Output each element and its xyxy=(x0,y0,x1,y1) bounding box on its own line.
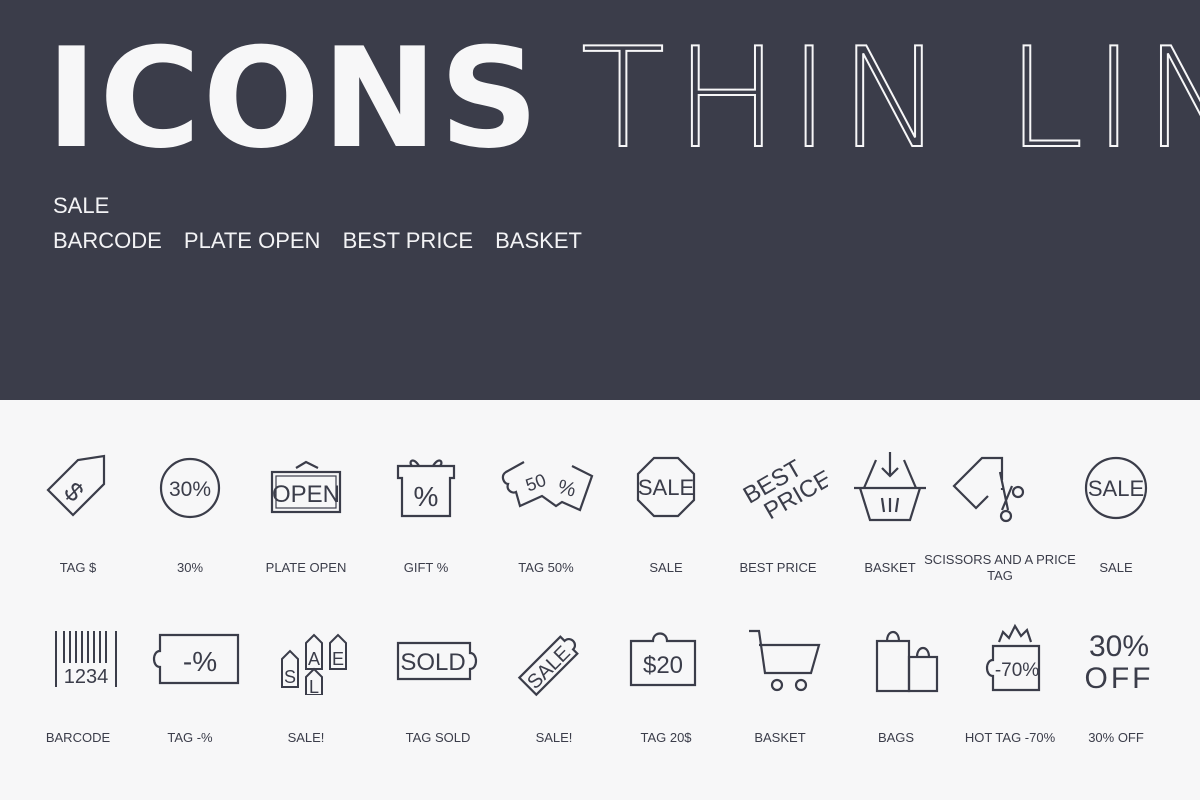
svg-text:%: % xyxy=(555,476,578,502)
sale-tag-rotated-icon: SALE xyxy=(517,635,579,697)
svg-text:SOLD: SOLD xyxy=(400,649,465,676)
icon-cell: BAGS xyxy=(836,625,956,745)
best-price-icon: BEST PRICE xyxy=(739,455,828,526)
svg-text:A: A xyxy=(308,649,320,669)
scissors-tag-icon xyxy=(952,456,1025,523)
tag-20-dollar-icon: $20 xyxy=(629,632,697,687)
subtitle-line-2: BARCODE PLATE OPEN BEST PRICE BASKET xyxy=(53,228,598,254)
svg-text:L: L xyxy=(309,677,319,695)
icon-cell: $ TAG $ xyxy=(18,450,138,575)
subtitle-line-1: SALE xyxy=(53,193,125,219)
hero-banner: ICONSTHIN LINE SALE BARCODE PLATE OPEN B… xyxy=(0,0,1200,400)
octagon-sale-icon: SALE xyxy=(636,456,696,518)
svg-text:S: S xyxy=(284,667,296,687)
icon-cell: SOLD TAG SOLD xyxy=(378,625,498,745)
subtitle-item: BARCODE xyxy=(53,228,162,253)
tag-dollar-icon: $ xyxy=(46,454,106,517)
icon-cell: SALE SALE! xyxy=(494,620,614,745)
icon-label: SALE xyxy=(1099,560,1133,575)
headline: ICONSTHIN LINE xyxy=(46,29,1200,169)
tag-minus-percent-icon: -% xyxy=(152,633,240,685)
subtitle-item: BEST PRICE xyxy=(342,228,473,253)
subtitle-item: SALE xyxy=(53,193,110,218)
svg-text:%: % xyxy=(414,481,439,512)
icon-grid: $ TAG $ 30% 30% OPEN PLATE OPEN % GIFT %… xyxy=(0,400,1200,800)
headline-thin: THIN LINE xyxy=(580,18,1200,179)
svg-text:-%: -% xyxy=(183,646,217,677)
icon-cell: OPEN PLATE OPEN xyxy=(246,450,366,575)
icon-cell: 30% 30% xyxy=(130,450,250,575)
circle-30-percent-icon: 30% xyxy=(159,457,221,519)
icon-label: 30% OFF xyxy=(1088,730,1144,745)
gift-percent-icon: % xyxy=(396,459,456,518)
subtitle-item: PLATE OPEN xyxy=(183,228,321,253)
svg-text:SALE: SALE xyxy=(1088,476,1144,501)
svg-text:$20: $20 xyxy=(643,652,683,679)
svg-text:E: E xyxy=(332,649,344,669)
svg-text:SALE: SALE xyxy=(638,475,694,500)
icon-cell: 50 % TAG 50% xyxy=(486,450,606,575)
shopping-bags-icon xyxy=(875,630,939,693)
svg-text:50: 50 xyxy=(523,470,549,496)
icon-cell: SALE SALE xyxy=(606,450,726,575)
icon-cell: S A L E SALE! xyxy=(246,625,366,745)
svg-text:-70%: -70% xyxy=(995,660,1039,681)
icon-cell: 30% OFF 30% OFF xyxy=(1056,622,1176,745)
svg-text:SALE: SALE xyxy=(523,642,575,694)
svg-text:OPEN: OPEN xyxy=(272,481,340,508)
svg-text:OFF: OFF xyxy=(1085,662,1154,695)
icon-cell: BASKET xyxy=(720,625,840,745)
icon-cell: 1234 BARCODE xyxy=(18,625,138,745)
headline-bold: ICONS xyxy=(46,18,541,179)
svg-text:1234: 1234 xyxy=(64,666,109,688)
icon-cell: -% TAG -% xyxy=(130,625,250,745)
icon-cell: -70% HOT TAG -70% xyxy=(950,620,1070,745)
icon-cell: BASKET xyxy=(830,450,950,575)
barcode-icon: 1234 xyxy=(55,631,117,688)
svg-text:30%: 30% xyxy=(1089,630,1149,663)
svg-text:30%: 30% xyxy=(169,478,211,501)
icon-cell: SALE SALE xyxy=(1056,450,1176,575)
icon-cell: BEST PRICE BEST PRICE xyxy=(718,450,838,575)
30-off-icon: 30% OFF xyxy=(1085,630,1154,695)
open-sign-icon: OPEN xyxy=(270,460,342,514)
sale-tags-icon: S A L E xyxy=(281,633,347,695)
shopping-cart-icon xyxy=(749,629,821,692)
circle-sale-icon: SALE xyxy=(1084,456,1148,520)
icon-cell: SCISSORS AND A PRICE TAG xyxy=(924,450,1076,583)
tag-sold-icon: SOLD xyxy=(396,641,478,681)
icon-cell: % GIFT % xyxy=(366,450,486,575)
icon-cell: $20 TAG 20$ xyxy=(606,625,726,745)
subtitle-item: BASKET xyxy=(495,228,582,253)
basket-download-icon xyxy=(854,452,926,522)
hot-tag-icon: -70% xyxy=(985,623,1041,692)
tag-50-percent-icon: 50 % xyxy=(501,461,594,512)
